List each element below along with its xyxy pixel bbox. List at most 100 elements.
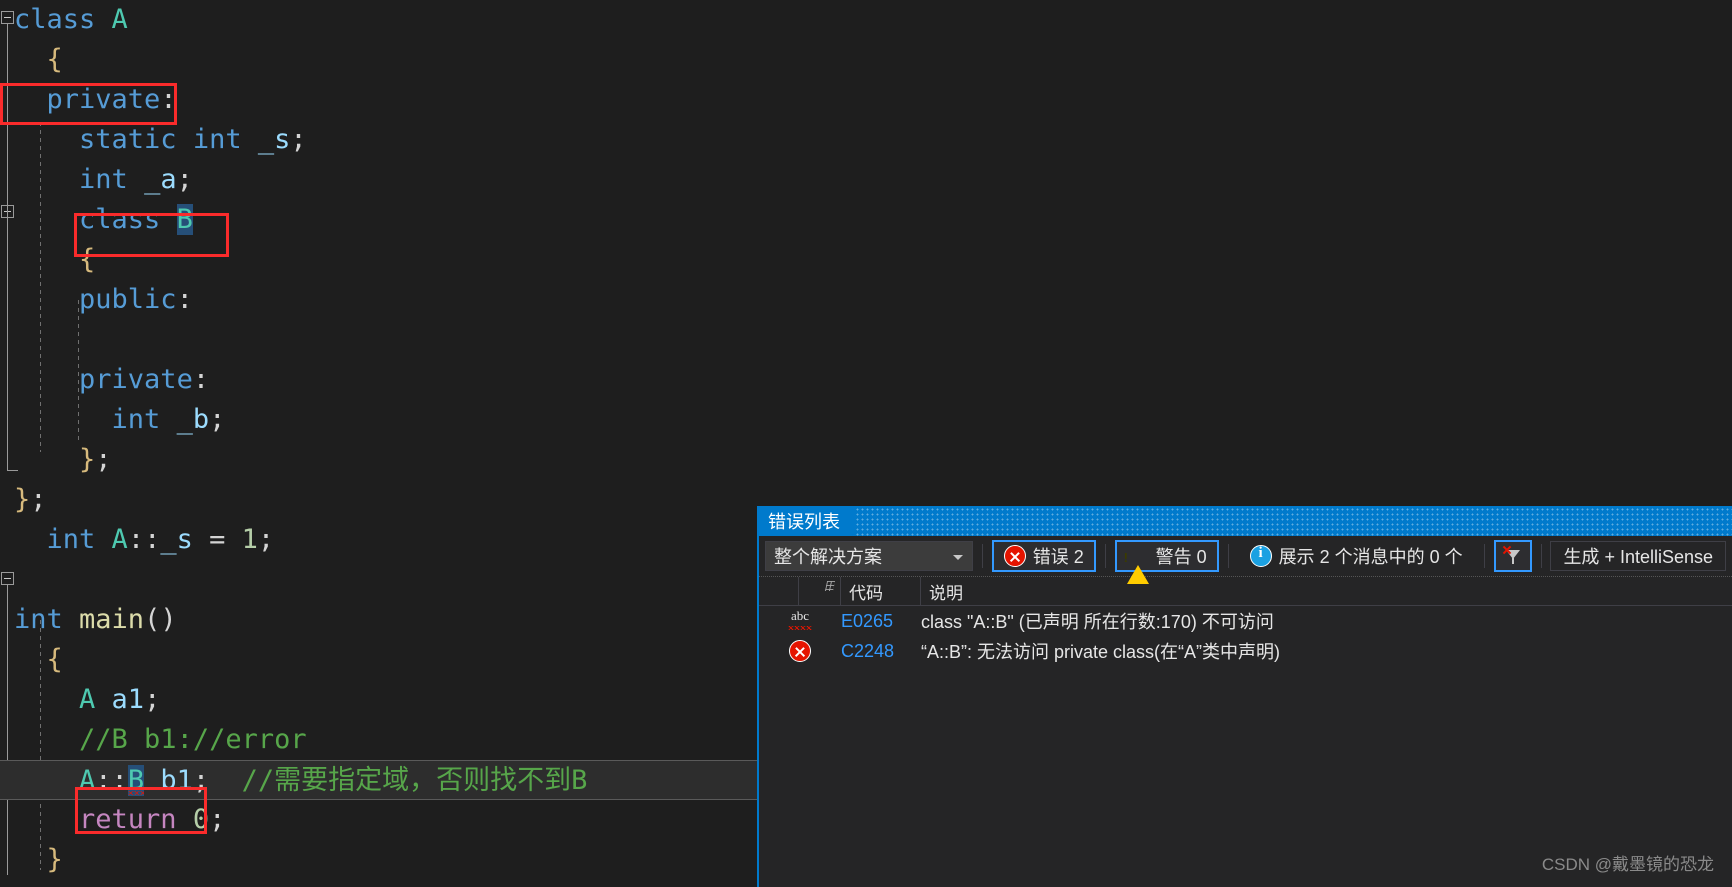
code-line[interactable]: private: [0,80,1732,120]
error-list-toolbar[interactable]: 整个解决方案 错误 2 警告 0 展示 2 个消息中的 0 个 [759,536,1732,584]
code-token: = [209,524,242,555]
screenshot-root: class A { private: static int _s; int _a… [0,0,1732,887]
scope-filter-value: 整个解决方案 [774,547,882,567]
code-line[interactable] [0,320,1732,360]
code-token: { [79,244,96,275]
code-line[interactable]: class B [0,200,1732,240]
error-list-title-bar[interactable]: 错误列表 [759,506,1732,536]
code-token: : [192,364,210,395]
code-token: : [176,284,193,315]
column-header-code[interactable]: 代码 [841,577,921,605]
code-token: A [111,524,128,555]
error-list-panel[interactable]: 错误列表 整个解决方案 错误 2 警告 0 展示 2 个消息中的 0 个 [757,506,1732,887]
error-list-rows[interactable]: abc E0265 class "A::B" (已声明 所在行数:170) 不可访问… [759,606,1732,666]
code-line[interactable]: }; [0,440,1732,480]
build-source-value: 生成 + IntelliSense [1563,547,1714,567]
code-line[interactable]: { [0,240,1732,280]
code-token: _a [144,164,177,195]
code-token: private [79,364,193,395]
code-token: { [46,644,63,675]
clear-filter-icon [1502,545,1524,567]
error-icon [789,640,811,662]
code-token: :: [127,524,161,555]
code-line[interactable]: int _a; [0,160,1732,200]
row-description: class "A::B" (已声明 所在行数:170) 不可访问 [921,612,1274,632]
code-token: ; [192,765,226,796]
code-line[interactable]: public: [0,280,1732,320]
code-token: int [46,524,112,555]
row-severity-cell [759,640,841,662]
code-token: A [111,4,128,35]
row-code[interactable]: C2248 [841,641,921,662]
code-token: _b [176,404,210,435]
error-list-column-headers[interactable]: 代码 说明 [759,576,1732,606]
code-line[interactable]: class A [0,0,1732,40]
table-row[interactable]: C2248 “A::B”: 无法访问 private class(在“A”类中声明… [759,636,1732,666]
code-token: ; [209,404,226,435]
code-token: return [79,804,193,835]
code-line[interactable]: private: [0,360,1732,400]
code-token: ; [257,524,275,555]
row-code[interactable]: E0265 [841,611,921,632]
warning-icon [1126,545,1149,584]
column-header-blank [759,577,799,605]
code-token: int [192,124,258,155]
error-icon [1003,545,1026,567]
warnings-toggle-label: 警告 0 [1155,547,1207,567]
toolbar-divider [1227,544,1229,568]
code-token: { [46,44,63,75]
code-token: } [14,484,31,515]
toolbar-divider [1540,544,1542,568]
code-token: ; [144,684,161,715]
code-line[interactable]: int _b; [0,400,1732,440]
title-bar-drag-dots[interactable] [855,506,1732,536]
code-token: 1 [241,524,258,555]
code-token: 0 [192,804,210,835]
column-header-selector[interactable] [799,577,841,605]
toolbar-divider [1483,544,1485,568]
code-token: _s [257,124,291,155]
code-token: b1 [144,765,193,796]
code-token: class [14,4,112,35]
messages-toggle-label: 展示 2 个消息中的 0 个 [1278,547,1463,567]
code-token: ; [209,804,226,835]
column-header-description[interactable]: 说明 [921,577,1732,605]
code-token: class [79,204,177,235]
code-line[interactable]: static int _s; [0,120,1732,160]
code-line[interactable]: { [0,40,1732,80]
warnings-toggle-button[interactable]: 警告 0 [1114,540,1219,584]
row-description: “A::B”: 无法访问 private class(在“A”类中声明) [921,642,1281,662]
code-token: B [127,765,145,796]
code-token: A [79,684,112,715]
code-token: public [79,284,177,315]
build-source-dropdown[interactable]: 生成 + IntelliSense [1550,541,1727,571]
watermark: CSDN @戴墨镜的恐龙 [1541,855,1714,874]
clear-filter-button[interactable] [1493,540,1532,572]
code-line[interactable]: A::B b1; //需要指定域，否则找不到B [0,760,757,800]
table-row[interactable]: abc E0265 class "A::B" (已声明 所在行数:170) 不可访问 [759,606,1732,636]
error-list-title: 错误列表 [768,512,840,532]
code-token: A [79,765,96,796]
errors-toggle-button[interactable]: 错误 2 [991,540,1096,572]
code-token: :: [95,765,128,796]
messages-toggle-button[interactable]: 展示 2 个消息中的 0 个 [1238,540,1475,572]
code-token: int [79,164,145,195]
code-token: B [176,204,193,235]
scope-filter-dropdown[interactable]: 整个解决方案 [765,541,973,571]
